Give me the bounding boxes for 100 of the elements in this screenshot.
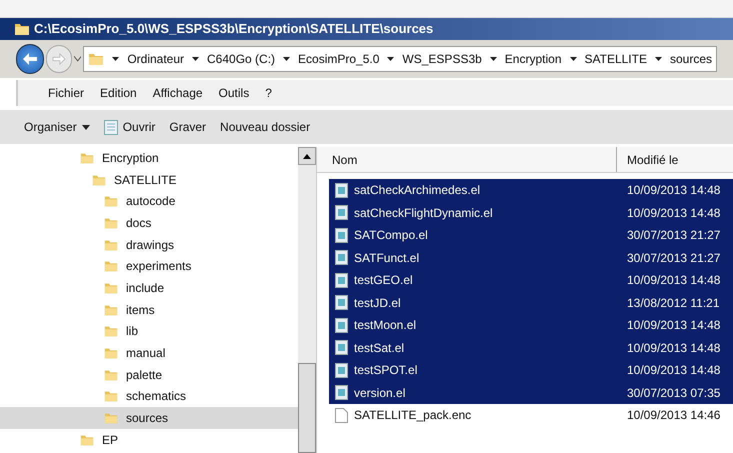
- file-icon: [335, 318, 348, 333]
- modified-date: 10/09/2013 14:48: [626, 362, 720, 380]
- back-button[interactable]: [16, 44, 44, 74]
- menu-item[interactable]: Fichier: [48, 84, 84, 102]
- file-row[interactable]: testMoon.el 10/09/2013 14:48: [329, 314, 733, 336]
- caret-icon: [387, 57, 394, 61]
- caret-icon: [570, 57, 576, 61]
- file-row[interactable]: satCheckFlightDynamic.el 10/09/2013 14:48: [329, 202, 733, 224]
- tree-item[interactable]: SATELLITE: [0, 168, 298, 190]
- file-name: testSPOT.el: [354, 362, 418, 380]
- modified-date: 10/09/2013 14:48: [626, 204, 720, 222]
- up-arrow-icon: [303, 154, 311, 158]
- file-row[interactable]: testJD.el 13/08/2012 11:21: [329, 292, 733, 314]
- tree-item[interactable]: EP: [0, 428, 298, 451]
- modified-date: 10/09/2013 14:48: [626, 272, 720, 290]
- file-icon: [335, 295, 348, 310]
- toolbar-button[interactable]: Nouveau dossier: [220, 118, 310, 136]
- address-bar[interactable]: Ordinateur C640Go (C:) EcosimPro_5.0 WS_ESPSS3b Encryption SATELLITE sources: [83, 46, 717, 72]
- tree-item[interactable]: docs: [0, 212, 298, 234]
- folder-icon: [80, 432, 94, 447]
- breadcrumb-item[interactable]: C640Go (C:): [207, 50, 276, 68]
- modified-date: 13/08/2012 11:21: [626, 294, 720, 312]
- modified-date: 10/09/2013 14:48: [626, 317, 720, 334]
- file-row[interactable]: SATFunct.el 30/07/2013 21:27: [329, 246, 733, 269]
- breadcrumb-item[interactable]: SATELLITE: [584, 50, 647, 68]
- file-icon: [335, 250, 348, 266]
- file-icon: [335, 362, 348, 378]
- folder-icon: [104, 216, 118, 230]
- breadcrumb-item[interactable]: sources: [670, 50, 712, 68]
- folder-icon: [104, 324, 118, 338]
- file-icon: [335, 385, 348, 400]
- folder-icon: [104, 194, 118, 208]
- folder-icon: [104, 280, 118, 295]
- menu-item[interactable]: Outils: [218, 84, 250, 102]
- tree-item[interactable]: sources: [0, 407, 298, 429]
- file-icon: [335, 272, 348, 288]
- breadcrumb-item[interactable]: WS_ESPSS3b: [402, 50, 482, 68]
- modified-date: 30/07/2013 21:27: [626, 250, 720, 267]
- file-name: satCheckFlightDynamic.el: [354, 204, 493, 222]
- caret-icon: [112, 57, 120, 61]
- breadcrumb-item[interactable]: Ordinateur: [127, 50, 184, 68]
- menu-item[interactable]: Affichage: [152, 84, 203, 102]
- folder-icon: [14, 21, 30, 37]
- modified-date: 30/07/2013 07:35: [626, 384, 720, 402]
- scrollbar[interactable]: [298, 147, 316, 453]
- column-header[interactable]: Nom: [317, 147, 617, 172]
- folder-icon: [104, 259, 118, 274]
- file-icon: [335, 228, 348, 243]
- folder-icon: [104, 368, 118, 382]
- file-name: SATELLITE_pack.enc: [354, 407, 472, 424]
- file-icon: [335, 182, 348, 198]
- caret-icon: [654, 57, 662, 61]
- file-name: testMoon.el: [354, 317, 416, 334]
- tree-item[interactable]: lib: [0, 320, 298, 342]
- toolbar-button[interactable]: Organiser: [24, 118, 90, 136]
- caret-icon: [490, 57, 497, 61]
- column-header[interactable]: Modifié le: [617, 147, 733, 172]
- tree-item[interactable]: items: [0, 298, 298, 320]
- file-name: testSat.el: [354, 340, 404, 357]
- file-name: satCheckArchimedes.el: [354, 182, 480, 200]
- breadcrumb-item[interactable]: EcosimPro_5.0: [298, 50, 380, 68]
- file-name: SATFunct.el: [354, 250, 420, 267]
- file-name: testGEO.el: [354, 272, 413, 290]
- breadcrumb-item[interactable]: Encryption: [504, 50, 562, 68]
- file-name: SATCompo.el: [354, 227, 428, 244]
- folder-icon: [104, 238, 118, 252]
- tree-item[interactable]: palette: [0, 364, 298, 386]
- toolbar-button[interactable]: Graver: [169, 118, 206, 136]
- folder-icon: [92, 172, 106, 187]
- file-icon: [335, 205, 348, 220]
- scroll-thumb[interactable]: [298, 363, 316, 453]
- folder-icon: [88, 51, 104, 67]
- notepad-icon: [104, 119, 118, 135]
- file-row[interactable]: testSPOT.el 10/09/2013 14:48: [329, 359, 733, 382]
- folder-icon: [104, 389, 118, 404]
- tree-item[interactable]: autocode: [0, 190, 298, 212]
- tree-item[interactable]: Encryption: [0, 147, 298, 169]
- file-row[interactable]: satCheckArchimedes.el 10/09/2013 14:48: [329, 179, 733, 202]
- folder-icon: [104, 411, 118, 426]
- right-arrow-icon: [52, 53, 66, 65]
- tree-item[interactable]: experiments: [0, 255, 298, 278]
- menu-item[interactable]: Edition: [100, 84, 137, 102]
- left-arrow-icon: [22, 52, 38, 66]
- folder-icon: [80, 150, 94, 165]
- modified-date: 30/07/2013 21:27: [626, 227, 720, 244]
- tree-item[interactable]: include: [0, 277, 298, 299]
- caret-icon: [283, 57, 290, 61]
- menu-item[interactable]: ?: [265, 84, 272, 102]
- file-row[interactable]: testGEO.el 10/09/2013 14:48: [329, 269, 733, 292]
- file-row[interactable]: testSat.el 10/09/2013 14:48: [329, 336, 733, 359]
- tree-item[interactable]: drawings: [0, 234, 298, 256]
- toolbar-button[interactable]: Ouvrir: [104, 118, 156, 136]
- folder-icon: [104, 302, 118, 317]
- scroll-up-button[interactable]: [298, 147, 316, 165]
- file-row[interactable]: SATCompo.el 30/07/2013 21:27: [329, 224, 733, 246]
- file-row[interactable]: SATELLITE_pack.enc 10/09/2013 14:46: [329, 404, 733, 426]
- file-row[interactable]: version.el 30/07/2013 07:35: [329, 382, 733, 404]
- window-title: C:\EcosimPro_5.0\WS_ESPSS3b\Encryption\SATELLITE\sources: [34, 20, 434, 38]
- tree-item[interactable]: schematics: [0, 386, 298, 408]
- tree-item[interactable]: manual: [0, 342, 298, 364]
